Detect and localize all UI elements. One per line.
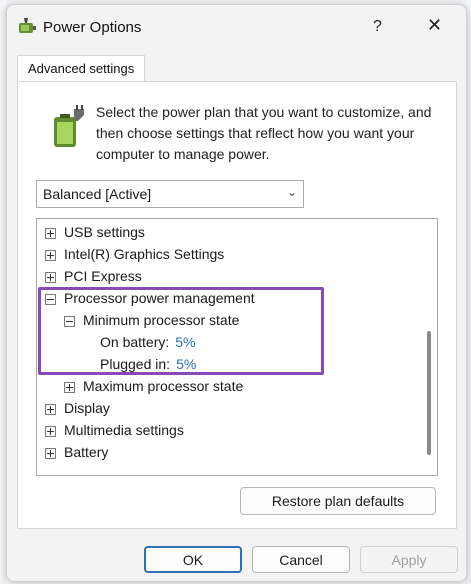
ok-button[interactable]: OK	[144, 546, 242, 573]
cancel-button[interactable]: Cancel	[252, 546, 350, 573]
tree-item-battery[interactable]: Battery	[45, 441, 108, 463]
tree-item-pci-express[interactable]: PCI Express	[45, 265, 142, 287]
plugged-in-label: Plugged in:	[100, 356, 171, 372]
tree-item-on-battery[interactable]: On battery: 5%	[100, 331, 196, 353]
restore-plan-defaults-button[interactable]: Restore plan defaults	[240, 487, 436, 515]
battery-plug-icon	[54, 105, 84, 147]
tree-item-label: Processor power management	[64, 290, 255, 306]
plan-description: Select the power plan that you want to c…	[96, 104, 432, 162]
tree-item-min-processor-state[interactable]: Minimum processor state	[64, 309, 239, 331]
expand-icon[interactable]	[45, 447, 56, 459]
expand-icon[interactable]	[64, 381, 75, 393]
tree-item-label: PCI Express	[64, 268, 142, 284]
tree-item-multimedia[interactable]: Multimedia settings	[45, 419, 184, 441]
on-battery-label: On battery:	[100, 334, 170, 350]
collapse-icon[interactable]	[64, 315, 75, 327]
power-options-icon	[19, 18, 36, 33]
tree-item-display[interactable]: Display	[45, 397, 110, 419]
settings-tree[interactable]: USB settings Intel(R) Graphics Settings …	[36, 218, 438, 476]
expand-icon[interactable]	[45, 271, 56, 283]
power-options-dialog: Power Options ? ✕ Advanced settings Sele…	[6, 4, 467, 582]
expand-icon[interactable]	[45, 249, 56, 261]
expand-icon[interactable]	[45, 425, 56, 437]
expand-icon[interactable]	[45, 227, 56, 239]
expand-icon[interactable]	[45, 403, 56, 415]
tree-item-label: Battery	[64, 444, 109, 460]
tree-item-usb[interactable]: USB settings	[45, 221, 145, 243]
tree-item-graphics[interactable]: Intel(R) Graphics Settings	[45, 243, 224, 265]
tree-item-label: USB settings	[64, 224, 145, 240]
tree-item-plugged-in[interactable]: Plugged in: 5%	[100, 353, 196, 375]
tree-item-label: Intel(R) Graphics Settings	[64, 246, 225, 262]
tree-item-processor-power[interactable]: Processor power management	[45, 287, 255, 309]
advanced-settings-panel: Select the power plan that you want to c…	[17, 81, 457, 529]
scrollbar-thumb[interactable]	[427, 331, 431, 455]
on-battery-value[interactable]: 5%	[175, 334, 195, 350]
tree-item-label: Maximum processor state	[83, 378, 244, 394]
close-button[interactable]: ✕	[427, 15, 442, 36]
chevron-down-icon: ⌄	[286, 185, 297, 199]
help-button[interactable]: ?	[373, 18, 382, 36]
plugged-in-value[interactable]: 5%	[176, 356, 196, 372]
tree-item-label: Minimum processor state	[83, 312, 240, 328]
window-title: Power Options	[43, 19, 142, 36]
tab-advanced-settings[interactable]: Advanced settings	[17, 55, 146, 82]
tree-item-label: Display	[64, 400, 110, 416]
tree-item-label: Multimedia settings	[64, 422, 184, 438]
apply-button[interactable]: Apply	[360, 546, 458, 573]
power-plan-dropdown[interactable]: Balanced [Active] ⌄	[36, 180, 304, 208]
collapse-icon[interactable]	[45, 293, 56, 305]
selected-plan: Balanced [Active]	[43, 186, 152, 202]
tree-item-max-processor-state[interactable]: Maximum processor state	[64, 375, 243, 397]
title-bar: Power Options ? ✕	[7, 5, 466, 47]
